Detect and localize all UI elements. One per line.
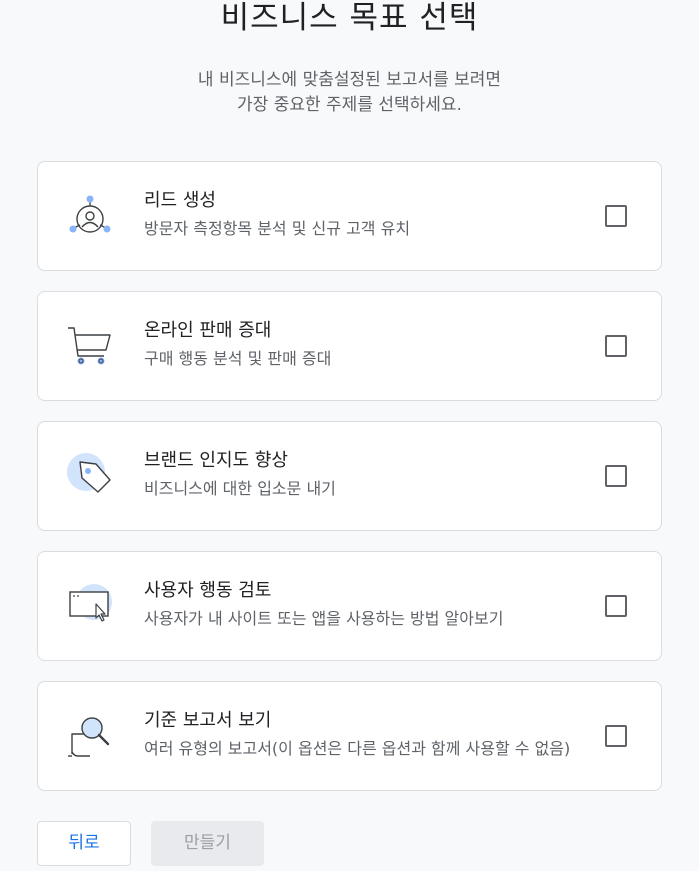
goal-option-checkbox[interactable] [605,725,627,747]
goal-option-user-behavior[interactable]: 사용자 행동 검토 사용자가 내 사이트 또는 앱을 사용하는 방법 알아보기 [37,551,662,661]
goal-option-lead-generation[interactable]: 리드 생성 방문자 측정항목 분석 및 신규 고객 유치 [37,161,662,271]
goal-option-checkbox[interactable] [605,595,627,617]
goal-option-description: 사용자가 내 사이트 또는 앱을 사용하는 방법 알아보기 [144,609,504,628]
goal-options-list: 리드 생성 방문자 측정항목 분석 및 신규 고객 유치 온라인 판매 증대 구… [37,161,662,811]
goal-option-text: 사용자 행동 검토 사용자가 내 사이트 또는 앱을 사용하는 방법 알아보기 [144,578,584,631]
goal-option-brand-awareness[interactable]: 브랜드 인지도 향상 비즈니스에 대한 입소문 내기 [37,421,662,531]
goal-option-text: 브랜드 인지도 향상 비즈니스에 대한 입소문 내기 [144,448,584,501]
goal-option-text: 온라인 판매 증대 구매 행동 분석 및 판매 증대 [144,318,584,371]
goal-option-baseline-reports[interactable]: 기준 보고서 보기 여러 유형의 보고서(이 옵션은 다른 옵션과 함께 사용할… [37,681,662,791]
browser-cursor-icon [66,582,114,630]
goal-option-checkbox[interactable] [605,465,627,487]
goal-option-checkbox[interactable] [605,335,627,357]
business-goal-page: 비즈니스 목표 선택 내 비즈니스에 맞춤설정된 보고서를 보려면 가장 중요한… [0,0,699,871]
goal-option-description: 비즈니스에 대한 입소문 내기 [144,479,336,498]
goal-option-title: 사용자 행동 검토 [144,580,272,601]
goal-option-description: 구매 행동 분석 및 판매 증대 [144,349,332,368]
create-button: 만들기 [151,821,264,866]
goal-option-description: 여러 유형의 보고서(이 옵션은 다른 옵션과 함께 사용할 수 없음) [144,739,571,758]
magnifier-report-icon [66,712,114,760]
subtitle-line-2: 가장 중요한 주제를 선택하세요. [237,95,462,115]
goal-option-title: 온라인 판매 증대 [144,320,272,341]
subtitle-line-1: 내 비즈니스에 맞춤설정된 보고서를 보려면 [197,70,502,90]
lead-generation-icon [66,192,114,240]
goal-option-text: 리드 생성 방문자 측정항목 분석 및 신규 고객 유치 [144,188,584,241]
tag-icon [66,452,114,500]
goal-option-title: 기준 보고서 보기 [144,710,272,731]
goal-option-online-sales[interactable]: 온라인 판매 증대 구매 행동 분석 및 판매 증대 [37,291,662,401]
back-button[interactable]: 뒤로 [37,821,131,866]
goal-option-title: 브랜드 인지도 향상 [144,450,288,471]
goal-option-checkbox[interactable] [605,205,627,227]
goal-option-description: 방문자 측정항목 분석 및 신규 고객 유치 [144,219,411,238]
goal-option-title: 리드 생성 [144,190,216,211]
shopping-cart-icon [66,322,114,370]
goal-option-text: 기준 보고서 보기 여러 유형의 보고서(이 옵션은 다른 옵션과 함께 사용할… [144,708,584,761]
page-title: 비즈니스 목표 선택 [220,0,479,36]
page-subtitle: 내 비즈니스에 맞춤설정된 보고서를 보려면 가장 중요한 주제를 선택하세요. [0,68,699,118]
